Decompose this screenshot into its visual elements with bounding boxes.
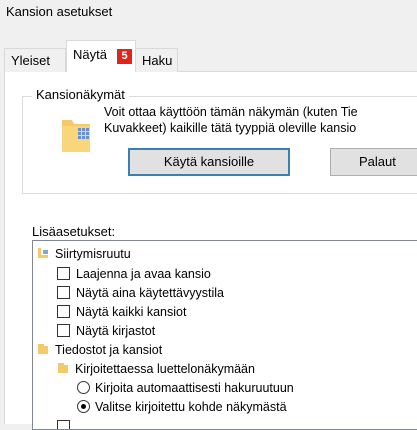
- apply-to-folders-button[interactable]: Käytä kansioille: [128, 148, 290, 176]
- window-title: Kansion asetukset: [6, 4, 113, 19]
- reset-folders-button[interactable]: Palaut: [330, 148, 417, 176]
- folder-views-description-1: Voit ottaa käyttöön tämän näkymän (kuten…: [104, 105, 358, 119]
- advanced-settings-label: Lisäasetukset:: [32, 224, 116, 239]
- setting-label: Laajenna ja avaa kansio: [76, 267, 211, 281]
- checkbox-icon[interactable]: [57, 305, 70, 318]
- radio-icon[interactable]: [77, 381, 90, 394]
- step-badge: 5: [117, 49, 132, 64]
- radio-selected-icon[interactable]: [77, 400, 90, 413]
- folder-views-legend: Kansionäkymät: [32, 87, 129, 102]
- tab-general[interactable]: Yleiset: [4, 48, 66, 72]
- tree-node-files-folders: Tiedostot ja kansiot: [37, 341, 162, 359]
- advanced-settings-tree[interactable]: Siirtymisruutu Laajenna ja avaa kansio N…: [32, 240, 417, 430]
- checkbox-icon[interactable]: [57, 286, 70, 299]
- checkbox-icon[interactable]: [57, 324, 70, 337]
- checkbox-icon[interactable]: [57, 420, 70, 429]
- tab-search[interactable]: Haku: [135, 48, 178, 72]
- navigation-pane-icon: [38, 248, 48, 258]
- checkbox-icon[interactable]: [57, 267, 70, 280]
- setting-label: Näytä kirjastot: [76, 324, 156, 338]
- tree-node-navigation-pane: Siirtymisruutu: [37, 245, 131, 263]
- option-select-typed-item[interactable]: Valitse kirjoitettu kohde näkymästä: [77, 398, 287, 416]
- folder-view-icon: [62, 120, 90, 152]
- tree-node-label: Tiedostot ja kansiot: [55, 343, 163, 357]
- folder-icon: [38, 344, 48, 354]
- setting-label: Näytä aina käytettävyystila: [76, 286, 224, 300]
- setting-show-availability[interactable]: Näytä aina käytettävyystila: [57, 284, 224, 302]
- setting-expand-open-folder[interactable]: Laajenna ja avaa kansio: [57, 265, 211, 283]
- setting-partially-visible[interactable]: [57, 418, 76, 429]
- folder-views-description-2: Kuvakkeet) kaikille tätä tyyppiä olevill…: [104, 121, 357, 135]
- tree-node-label: Siirtymisruutu: [55, 247, 131, 261]
- tree-node-typing-in-list-view: Kirjoitettaessa luettelonäkymään: [57, 360, 255, 378]
- option-label: Valitse kirjoitettu kohde näkymästä: [95, 400, 287, 414]
- folder-icon: [58, 363, 68, 373]
- setting-label: Näytä kaikki kansiot: [76, 305, 187, 319]
- option-label: Kirjoita automaattisesti hakuruutuun: [95, 381, 294, 395]
- option-type-into-search-box[interactable]: Kirjoita automaattisesti hakuruutuun: [77, 379, 294, 397]
- setting-show-libraries[interactable]: Näytä kirjastot: [57, 322, 155, 340]
- setting-show-all-folders[interactable]: Näytä kaikki kansiot: [57, 303, 186, 321]
- tree-node-label: Kirjoitettaessa luettelonäkymään: [75, 362, 255, 376]
